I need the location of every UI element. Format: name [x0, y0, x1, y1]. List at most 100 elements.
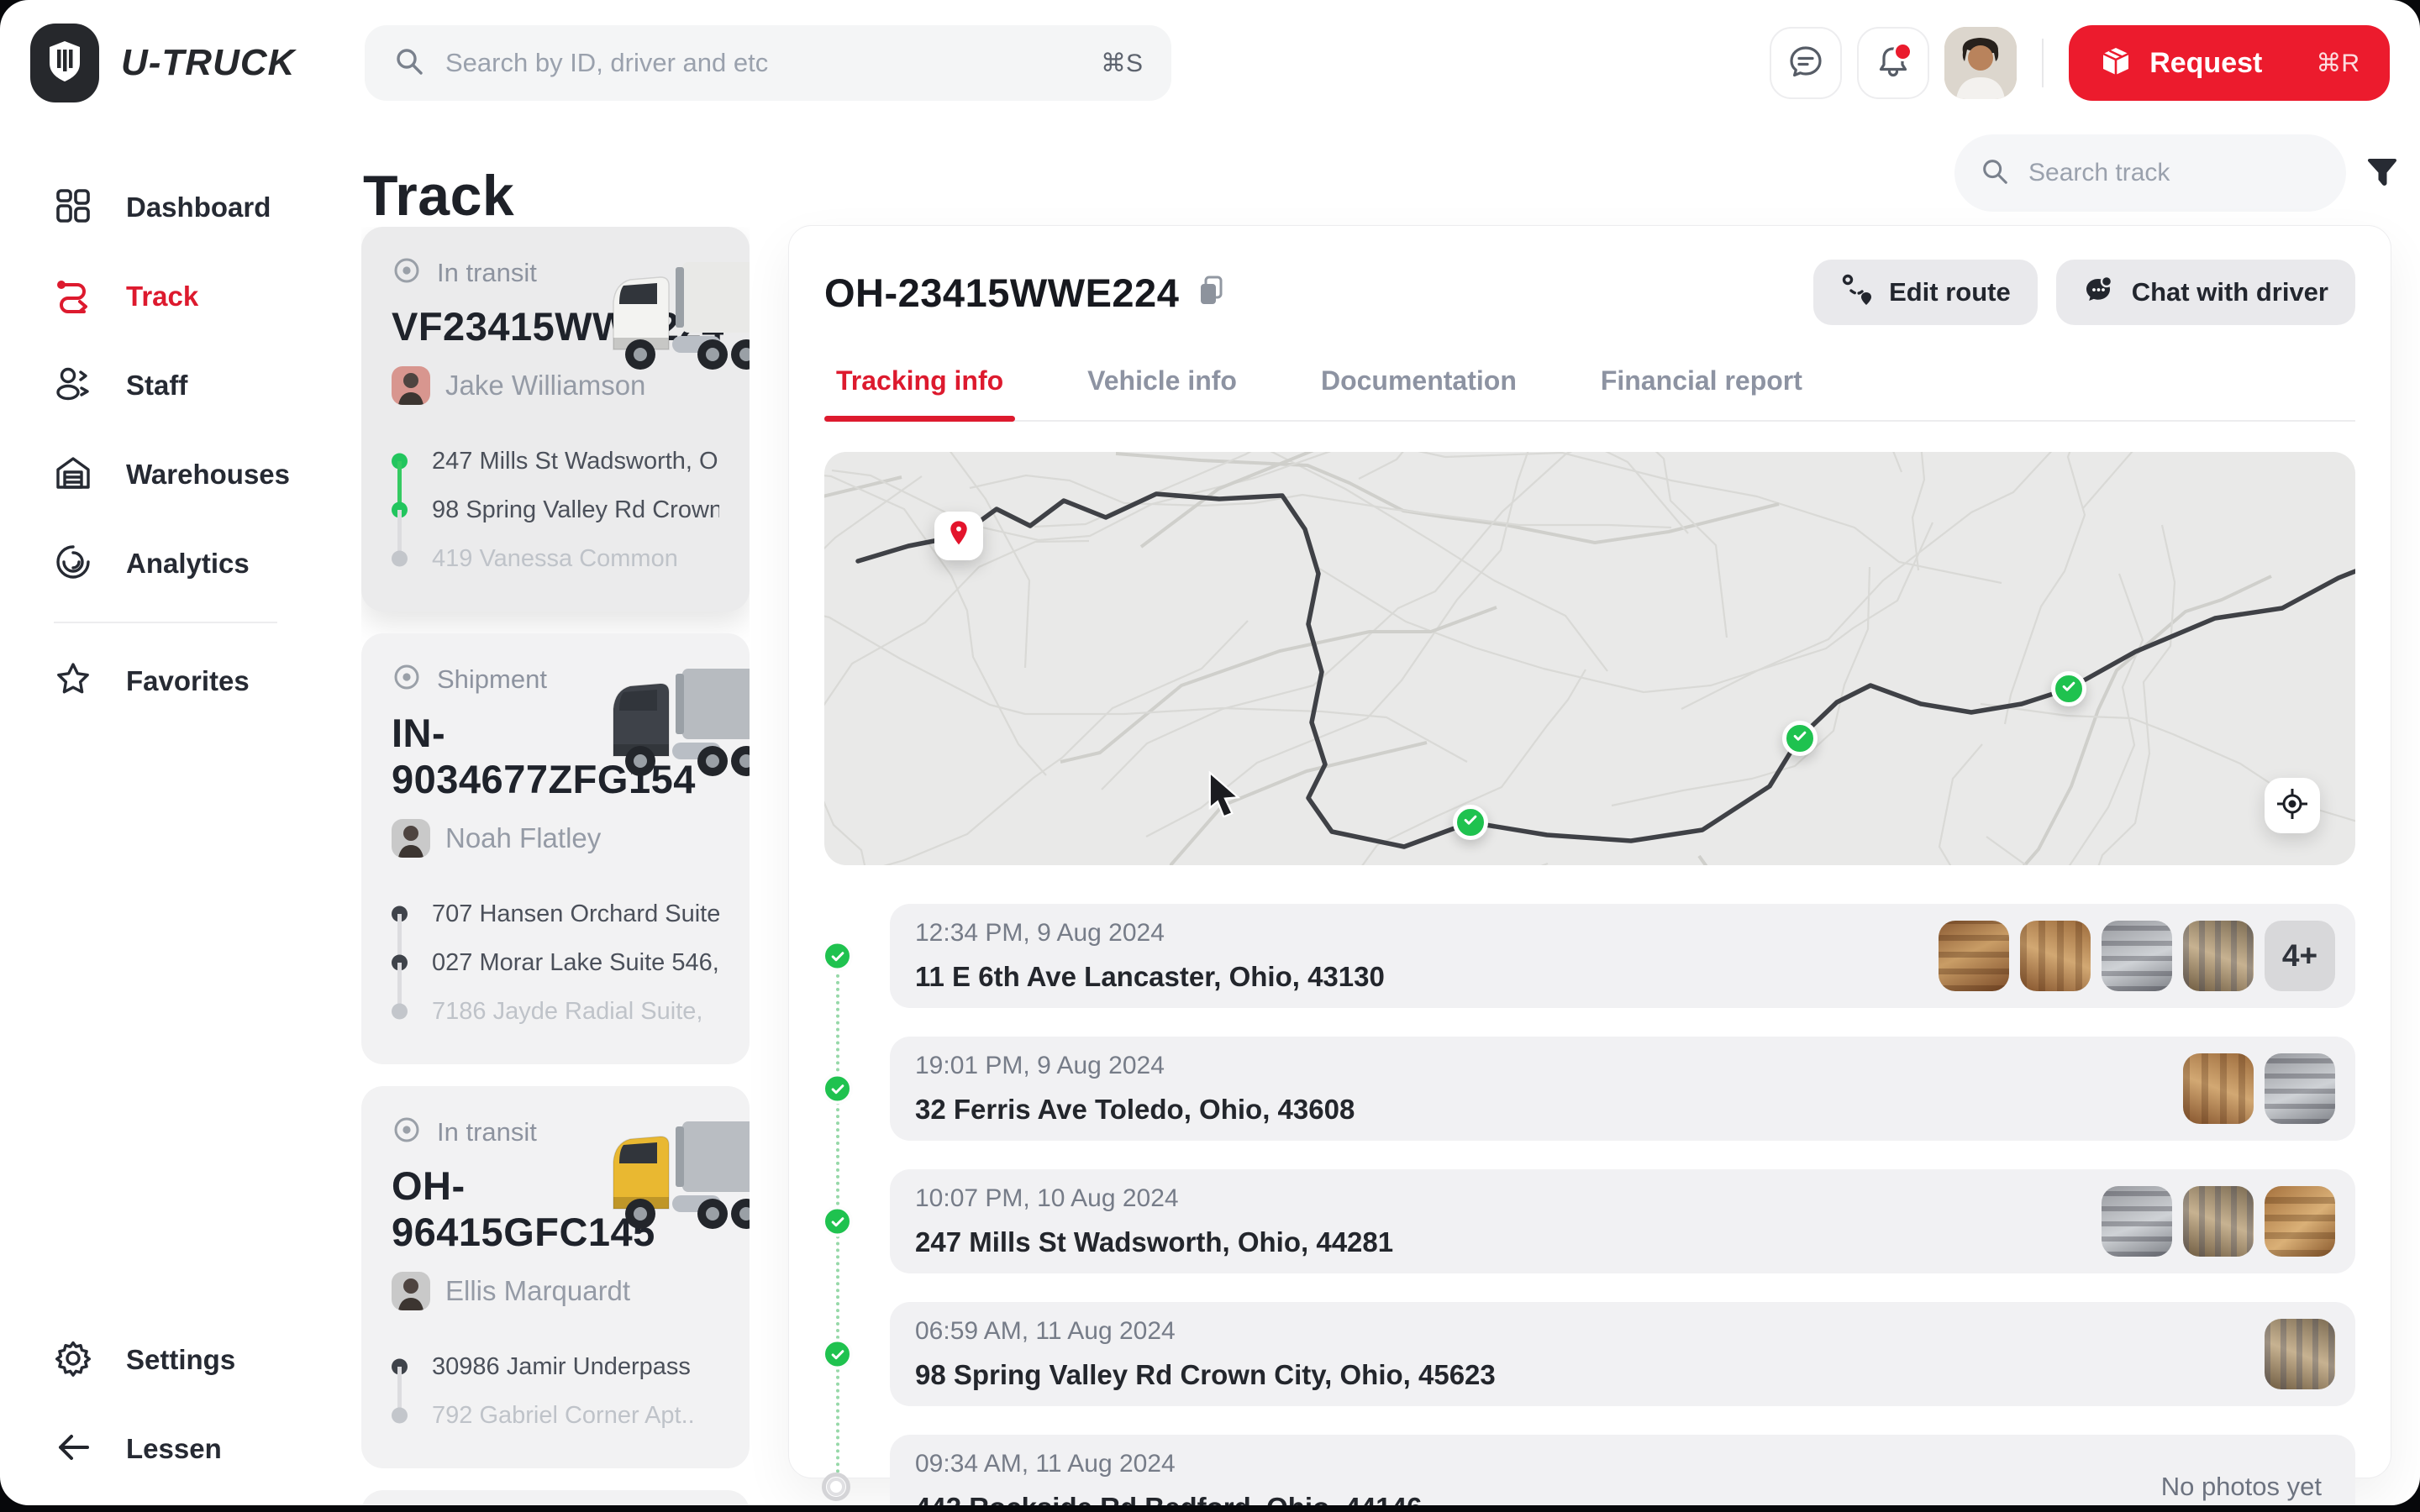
timeline-photos	[2102, 1186, 2335, 1257]
user-avatar[interactable]	[1944, 27, 2017, 99]
staff-icon	[54, 365, 92, 407]
photo-thumbnail[interactable]	[2102, 1186, 2172, 1257]
shipment-card-IN-9034677ZFG154[interactable]: ShipmentIN-9034677ZFG154Noah Flatley707 …	[361, 633, 750, 1064]
photo-thumbnail[interactable]	[2183, 921, 2254, 991]
app-window: U-TRUCK ⌘S	[0, 0, 2420, 1505]
locate-me-button[interactable]	[2265, 778, 2320, 833]
request-button[interactable]: Request ⌘R	[2069, 25, 2390, 101]
stop-address: 027 Morar Lake Suite 546,	[432, 949, 719, 977]
mouse-cursor-icon	[1203, 770, 1247, 822]
shipment-detail-panel: OH-23415WWE224 Edit route Chat with drive…	[788, 225, 2391, 1478]
sidebar-item-settings[interactable]: Settings	[54, 1315, 235, 1404]
shipment-card-KY-23415JNF155[interactable]: ShipmentKY-23415JNF155Gregory Corwin2623…	[361, 1490, 750, 1505]
search-shortcut-hint: ⌘S	[1101, 49, 1143, 78]
timeline-entry: 06:59 AM, 11 Aug 2024 98 Spring Valley Rd…	[890, 1302, 2355, 1406]
timeline-address: 98 Spring Valley Rd Crown City, Ohio, 45…	[915, 1359, 1496, 1391]
shipment-card-OH-96415GFC145[interactable]: In transitOH-96415GFC145Ellis Marquardt3…	[361, 1086, 750, 1468]
timeline-photos	[2265, 1319, 2335, 1389]
tab-tracking-info[interactable]: Tracking info	[836, 365, 1003, 420]
stop-item: 98 Spring Valley Rd Crown City, OH	[392, 486, 719, 534]
sidebar-collapse[interactable]: Lessen	[54, 1404, 235, 1494]
timeline-entry: 09:34 AM, 11 Aug 2024 442 Rockside Rd Bed…	[890, 1435, 2355, 1505]
photo-thumbnail[interactable]	[2265, 1186, 2335, 1257]
tracking-timeline: 12:34 PM, 9 Aug 202411 E 6th Ave Lancast…	[824, 904, 2355, 1505]
sidebar-item-label: Analytics	[126, 548, 250, 580]
truck-image	[605, 255, 750, 381]
route-map[interactable]	[824, 452, 2355, 865]
timeline-address: 32 Ferris Ave Toledo, Ohio, 43608	[915, 1094, 1355, 1126]
track-search-input[interactable]	[2027, 158, 2354, 188]
sidebar-footer: Settings Lessen	[54, 1315, 235, 1494]
sidebar-divider	[54, 622, 277, 623]
stop-address: 98 Spring Valley Rd Crown City, OH	[432, 496, 719, 524]
checkpoint-marker	[2051, 671, 2086, 706]
status-circle-icon	[392, 662, 422, 696]
check-icon	[1791, 727, 1808, 748]
sidebar-item-track[interactable]: Track	[54, 252, 361, 341]
photo-thumbnail[interactable]	[2102, 921, 2172, 991]
edit-route-button[interactable]: Edit route	[1813, 260, 2038, 325]
shipment-status: In transit	[437, 1117, 537, 1147]
timeline-address: 247 Mills St Wadsworth, Ohio, 44281	[915, 1226, 1393, 1258]
sidebar-item-dashboard[interactable]: Dashboard	[54, 163, 361, 252]
stop-dot-icon	[392, 1004, 408, 1020]
track-icon	[54, 276, 92, 318]
sidebar-item-favorites[interactable]: Favorites	[54, 637, 361, 726]
timeline-entry: 10:07 PM, 10 Aug 2024247 Mills St Wadswo…	[890, 1169, 2355, 1273]
stop-dot-icon	[392, 551, 408, 567]
topbar-divider	[2042, 39, 2044, 87]
tab-vehicle-info[interactable]: Vehicle info	[1087, 365, 1237, 420]
more-photos-button[interactable]: 4+	[2265, 921, 2335, 991]
timeline-check-icon	[822, 941, 853, 972]
request-shortcut: ⌘R	[2316, 49, 2360, 78]
stop-item: 707 Hansen Orchard Suite	[392, 890, 719, 938]
global-search-input[interactable]	[444, 47, 1101, 79]
filter-button[interactable]	[2358, 150, 2407, 198]
red-pin-icon	[946, 519, 971, 552]
track-search[interactable]	[1954, 134, 2346, 212]
messages-button[interactable]	[1770, 27, 1842, 99]
chat-with-driver-button[interactable]: Chat with driver	[2056, 260, 2355, 325]
shipment-card-VF23415WWE224[interactable]: In transitVF23415WWE224Jake Williamson24…	[361, 227, 750, 612]
photo-thumbnail[interactable]	[1939, 921, 2009, 991]
no-photos-label: No photos yet	[2161, 1472, 2322, 1502]
route-icon	[1840, 272, 1874, 312]
tab-financial-report[interactable]: Financial report	[1601, 365, 1802, 420]
photo-thumbnail[interactable]	[2265, 1319, 2335, 1389]
photo-thumbnail[interactable]	[2183, 1053, 2254, 1124]
sidebar-item-staff[interactable]: Staff	[54, 341, 361, 430]
copy-icon[interactable]	[1197, 275, 1226, 311]
stop-item: 027 Morar Lake Suite 546,	[392, 938, 719, 987]
photo-thumbnail[interactable]	[2265, 1053, 2335, 1124]
timeline-time: 06:59 AM, 11 Aug 2024	[915, 1317, 1496, 1346]
chat-bubble-icon	[1787, 43, 1824, 84]
shipment-id-title: OH-23415WWE224	[824, 270, 1179, 316]
driver-avatar	[392, 366, 430, 405]
driver-avatar	[392, 1272, 430, 1310]
notifications-button[interactable]	[1857, 27, 1929, 99]
shield-logo-icon	[46, 39, 83, 87]
photo-thumbnail[interactable]	[2020, 921, 2091, 991]
stop-item: 419 Vanessa Common	[392, 534, 719, 583]
app-logo[interactable]	[30, 24, 99, 102]
tab-documentation[interactable]: Documentation	[1321, 365, 1517, 420]
sidebar-item-label: Dashboard	[126, 192, 271, 223]
timeline-time: 09:34 AM, 11 Aug 2024	[915, 1450, 1422, 1478]
sidebar-item-label: Staff	[126, 370, 187, 402]
check-icon	[1462, 811, 1479, 832]
photo-thumbnail[interactable]	[2183, 1186, 2254, 1257]
timeline-entry: 12:34 PM, 9 Aug 202411 E 6th Ave Lancast…	[890, 904, 2355, 1008]
sidebar-item-warehouses[interactable]: Warehouses	[54, 430, 361, 519]
filter-funnel-icon	[2363, 153, 2402, 196]
crosshair-icon	[2275, 787, 2309, 825]
sidebar-item-analytics[interactable]: Analytics	[54, 519, 361, 608]
timeline-address: 442 Rockside Rd Bedford, Ohio, 44146	[915, 1492, 1422, 1505]
truck-image	[605, 662, 750, 788]
status-circle-icon	[392, 255, 422, 290]
timeline-photos	[2183, 1053, 2335, 1124]
timeline-entry: 19:01 PM, 9 Aug 202432 Ferris Ave Toledo…	[890, 1037, 2355, 1141]
stop-item: 7186 Jayde Radial Suite,	[392, 987, 719, 1036]
stop-address: 792 Gabriel Corner Apt..	[432, 1402, 695, 1430]
search-icon	[1980, 156, 2010, 191]
global-search[interactable]: ⌘S	[365, 25, 1171, 101]
